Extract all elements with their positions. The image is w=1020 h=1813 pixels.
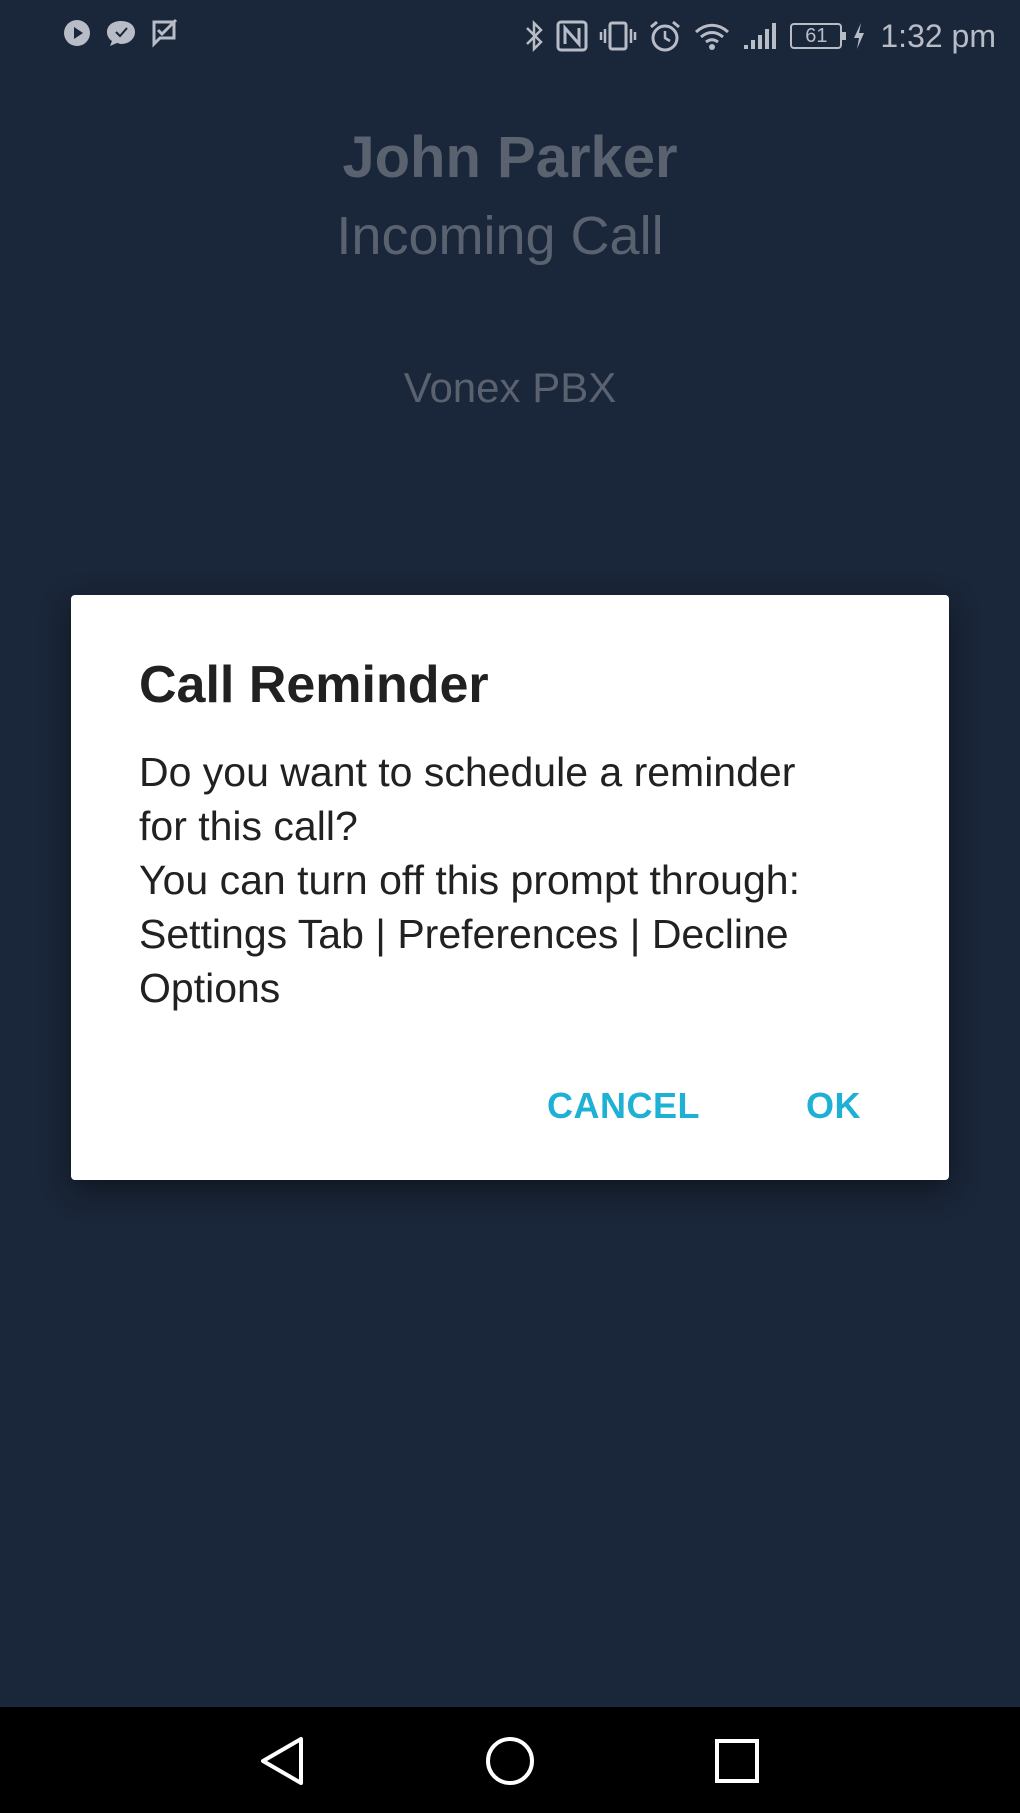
back-icon[interactable] [255,1733,311,1789]
alarm-icon [648,19,682,53]
vibrate-icon [598,20,638,52]
play-notification-icon [62,18,92,48]
chat-notification-icon [104,18,138,48]
caller-name: John Parker [342,125,678,190]
wifi-icon [692,20,732,52]
dialog-message-line: Do you want to schedule a reminder [139,749,796,795]
navigation-bar [0,1707,1020,1813]
dialog-message-line: for this call? [139,803,358,849]
task-notification-icon [150,18,178,48]
bluetooth-icon [524,19,546,53]
dialog-title: Call Reminder [139,656,489,714]
dialog-message-line: Options [139,965,281,1011]
call-reminder-dialog: Call Reminder Do you want to schedule a … [71,595,949,1180]
notification-icons [62,18,178,48]
call-state: Incoming Call [336,206,664,266]
nfc-icon [556,20,588,52]
battery-level: 61 [805,25,828,47]
recents-icon[interactable] [709,1733,765,1789]
home-icon[interactable] [482,1733,538,1789]
cancel-button[interactable]: CANCEL [529,1075,718,1137]
ok-button[interactable]: OK [788,1075,879,1137]
pbx-name: Vonex PBX [403,364,617,411]
system-status-icons: 61 1:32 pm [524,14,996,58]
dialog-actions: CANCEL OK [529,1075,879,1137]
status-bar: 61 1:32 pm [0,0,1020,72]
battery-icon: 61 [790,23,847,49]
charging-bolt-icon [852,22,866,50]
dialog-message-line: Settings Tab | Preferences | Decline [139,911,789,957]
status-time: 1:32 pm [880,17,996,54]
incoming-call-screen: 61 1:32 pm John Parker Incoming Call Von… [0,0,1020,1813]
signal-icon [742,21,780,51]
dialog-message: Do you want to schedule a reminder for t… [139,745,919,1015]
dialog-message-line: You can turn off this prompt through: [139,857,800,903]
